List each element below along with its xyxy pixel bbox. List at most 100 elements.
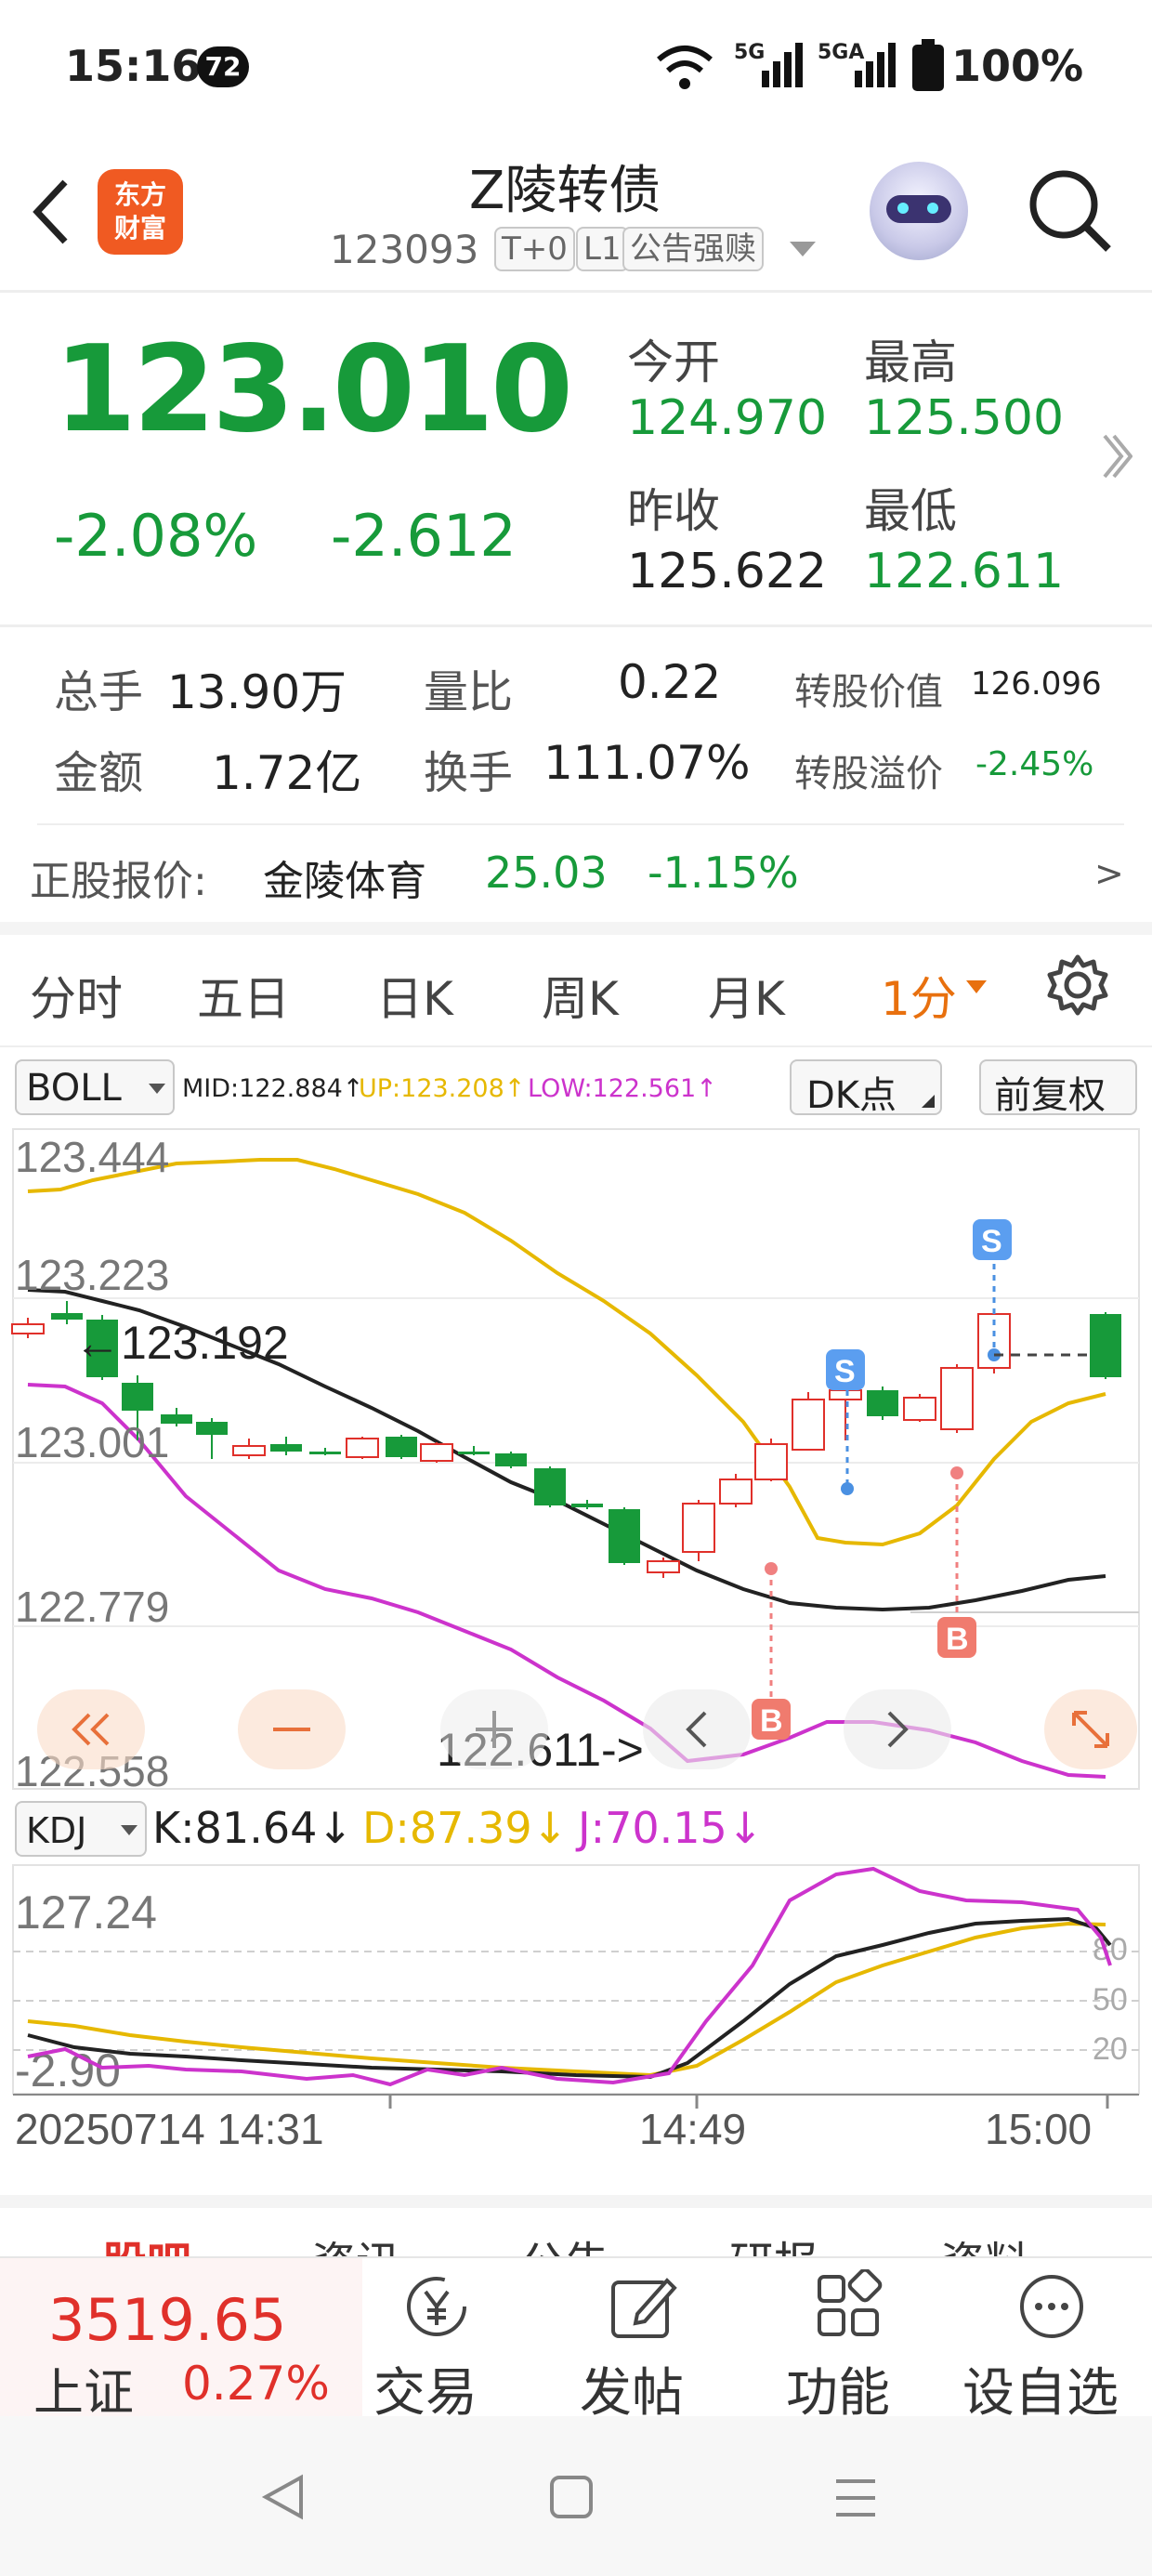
high-label: 最高: [864, 335, 957, 389]
system-home-icon[interactable]: [548, 2474, 595, 2520]
candle-body: [940, 1367, 974, 1430]
lower-tab-news[interactable]: 资讯: [311, 2227, 400, 2256]
boll-indicator-select[interactable]: BOLL: [15, 1059, 175, 1115]
time-axis-mid: 14:49: [639, 2105, 746, 2153]
chart-fullscreen-button[interactable]: [1044, 1689, 1137, 1769]
app-logo[interactable]: 东方 财富: [98, 169, 183, 255]
tag-redeem[interactable]: 公告强赎: [622, 227, 764, 271]
lower-tab-announce[interactable]: 公告: [520, 2227, 609, 2256]
kdj-d-value: D:87.39↓: [362, 1803, 569, 1853]
expand-chevron-icon[interactable]: [1101, 432, 1132, 480]
candle-body: [754, 1443, 788, 1480]
tab-five-day[interactable]: 五日: [197, 962, 290, 1029]
nav-watchlist[interactable]: 设自选: [962, 2258, 1139, 2424]
nav-trade[interactable]: 交易: [370, 2258, 498, 2424]
settings-gear-icon[interactable]: [1045, 953, 1110, 1018]
conv-value-label: 转股价值: [794, 671, 943, 714]
wifi-icon: [657, 46, 713, 89]
tab-monthly-k[interactable]: 月K: [708, 962, 785, 1029]
signal-icon: [762, 43, 803, 87]
chart-rewind-button[interactable]: [37, 1689, 145, 1769]
system-menu-icon[interactable]: [832, 2476, 879, 2522]
vol-ratio-value: 0.22: [618, 655, 722, 709]
candle-body: [647, 1560, 680, 1573]
volume-label: 总手: [54, 666, 144, 718]
divider: [0, 290, 1152, 293]
edit-icon: [611, 2278, 677, 2338]
minus-icon: [273, 1728, 310, 1731]
svg-text:S: S: [981, 1224, 1002, 1259]
assistant-avatar[interactable]: [870, 162, 968, 260]
open-label: 今开: [627, 335, 720, 389]
chart-zoom-out-button[interactable]: [238, 1689, 346, 1769]
tab-1min[interactable]: 1分: [881, 962, 957, 1029]
lower-tab-profile[interactable]: 资料: [940, 2227, 1029, 2256]
underlying-name: 金陵体育: [263, 858, 426, 905]
time-axis-start: 20250714 14:31: [15, 2105, 324, 2153]
tab-daily-k[interactable]: 日K: [376, 962, 453, 1029]
chart-zoom-in-button[interactable]: [440, 1689, 548, 1769]
open-value: 124.970: [627, 390, 828, 446]
candle-body: [309, 1452, 341, 1454]
tab-dropdown-icon[interactable]: [966, 980, 987, 995]
prev-close-label: 昨收: [627, 484, 720, 538]
lower-tabs: 股吧 资讯 公告 研报 资料: [0, 2208, 1152, 2256]
search-icon[interactable]: [1027, 167, 1114, 255]
app-root: 15:16 72 5G 5GA 100% 东方 财富 Z陵转债 123093 T…: [0, 0, 1152, 2576]
tab-weekly-k[interactable]: 周K: [542, 962, 619, 1029]
lower-tab-research[interactable]: 研报: [729, 2227, 818, 2256]
candle-body: [534, 1468, 566, 1505]
network-5g-label: 5G: [734, 41, 766, 64]
bottom-nav: 3519.65 上证 0.27% 交易 发帖 功能 设自选: [0, 2256, 1152, 2424]
kdj-indicator-label: KDJ: [26, 1810, 87, 1851]
system-nav-bar: [0, 2416, 1152, 2576]
chart-next-button[interactable]: [844, 1689, 951, 1769]
chart-prev-button[interactable]: [643, 1689, 751, 1769]
nav-functions[interactable]: 功能: [782, 2258, 910, 2424]
change-percent: -2.08%: [54, 502, 258, 570]
candle-body: [867, 1390, 898, 1416]
system-back-icon[interactable]: [260, 2474, 307, 2520]
back-icon[interactable]: [28, 177, 74, 247]
time-axis-end: 15:00: [985, 2105, 1092, 2153]
divider: [0, 1045, 1152, 1047]
boll-mid-value: MID:122.884↑: [182, 1074, 364, 1103]
nav-post[interactable]: 发帖: [576, 2258, 704, 2424]
candle-body: [346, 1438, 379, 1458]
amount-label: 金额: [54, 747, 144, 799]
grid-icon: [818, 2269, 883, 2336]
nav-post-label: 发帖: [580, 2363, 684, 2424]
trade-yen-icon: [407, 2277, 466, 2336]
divider: [0, 2195, 1152, 2208]
tab-intraday[interactable]: 分时: [30, 962, 123, 1029]
candlestick-chart[interactable]: 123.444 123.223 123.001 122.779 122.558 …: [0, 1124, 1152, 1794]
svg-text:S: S: [834, 1354, 856, 1389]
expand-icon: [1072, 1711, 1109, 1748]
tag-t0: T+0: [494, 227, 575, 271]
candle-body: [458, 1452, 490, 1454]
change-value: -2.612: [331, 502, 517, 570]
dk-point-label: DK点: [806, 1074, 897, 1117]
index-ticker[interactable]: 3519.65 上证 0.27%: [0, 2258, 362, 2422]
signal-icon-2: [855, 43, 896, 87]
candle-body: [903, 1397, 936, 1421]
conv-premium-value: -2.45%: [975, 745, 1094, 783]
index-value: 3519.65: [48, 2286, 287, 2354]
index-name: 上证: [33, 2363, 134, 2422]
nav-trade-label: 交易: [373, 2363, 478, 2424]
divider: [0, 624, 1152, 627]
chevron-right-icon: [887, 1711, 909, 1748]
dropdown-icon[interactable]: [790, 240, 816, 258]
underlying-price: 25.03: [485, 848, 608, 898]
candle-body: [196, 1422, 228, 1435]
dk-point-button[interactable]: DK点: [790, 1059, 942, 1117]
candle-body: [1090, 1314, 1121, 1377]
underlying-arrow-icon[interactable]: >: [1094, 853, 1124, 894]
candle-body: [270, 1444, 302, 1452]
kdj-indicator-select[interactable]: KDJ: [15, 1801, 147, 1857]
boll-up-value: UP:123.208↑: [359, 1074, 526, 1103]
adjust-button[interactable]: 前复权: [979, 1059, 1137, 1117]
lower-tab-guba[interactable]: 股吧: [102, 2227, 191, 2256]
more-icon: [1020, 2275, 1083, 2338]
battery-level: 100%: [951, 41, 1084, 91]
